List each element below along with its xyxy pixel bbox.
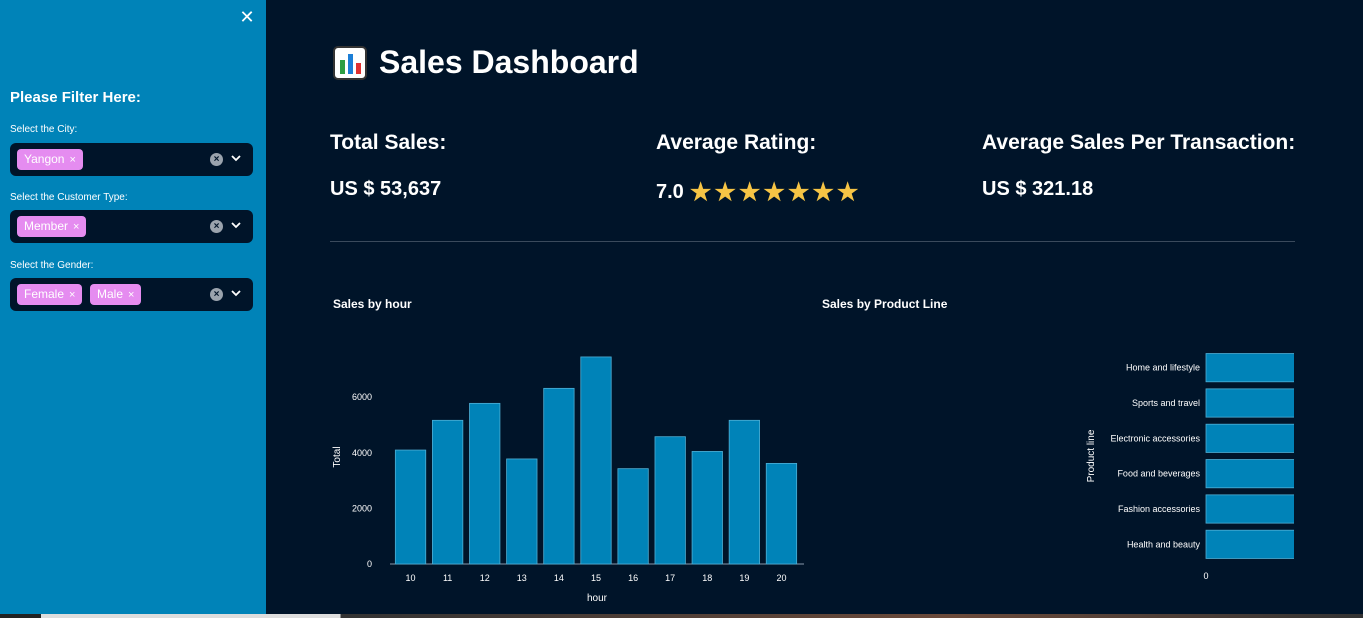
sales-by-product-line-title: Sales by Product Line <box>822 297 948 311</box>
x-tick-label: 0 <box>1203 571 1208 581</box>
bar <box>1205 388 1294 418</box>
gender-select[interactable]: Female × Male × × <box>10 278 253 311</box>
y-tick-label: Fashion accessories <box>1118 504 1201 514</box>
x-tick-label: 19 <box>739 573 749 583</box>
bar <box>580 356 612 565</box>
y-tick-label: Home and lifestyle <box>1126 363 1200 373</box>
bar <box>691 451 723 565</box>
star-rating-icons: ★★★★★★★ <box>689 179 862 206</box>
sidebar: ✕ Please Filter Here: Select the City: Y… <box>0 0 266 618</box>
customer-type-filter-label: Select the Customer Type: <box>10 192 128 203</box>
bar <box>728 419 760 565</box>
gender-tag-label: Male <box>97 287 124 301</box>
close-icon[interactable]: ✕ <box>238 8 256 26</box>
x-tick-label: 15 <box>591 573 601 583</box>
bar <box>765 462 798 565</box>
clear-icon[interactable]: × <box>210 153 223 166</box>
average-rating-value: 7.0 ★★★★★★★ <box>656 178 861 207</box>
bar <box>1205 529 1294 559</box>
sales-by-hour-title: Sales by hour <box>333 297 412 311</box>
page-title-text: Sales Dashboard <box>379 44 639 80</box>
total-sales-value: US $ 53,637 <box>330 178 442 200</box>
sales-by-product-line-chart: Home and lifestyle Sports and travel Elect… <box>1086 353 1294 581</box>
bar <box>1205 494 1294 524</box>
chevron-down-icon[interactable] <box>231 286 241 300</box>
bar <box>1205 459 1294 489</box>
divider <box>330 241 1295 242</box>
y-tick-label: Electronic accessories <box>1110 433 1200 443</box>
y-tick-label: 2000 <box>352 503 372 513</box>
total-sales-label: Total Sales: <box>330 131 447 154</box>
main-content: Sales Dashboard Total Sales: US $ 53,637… <box>266 0 1363 618</box>
average-rating-number: 7.0 <box>656 181 684 203</box>
tag-remove-icon[interactable]: × <box>73 221 79 233</box>
bar <box>1205 423 1294 453</box>
tag-remove-icon[interactable]: × <box>128 289 134 301</box>
x-tick-label: 13 <box>517 573 527 583</box>
y-tick-label: Food and beverages <box>1117 469 1200 479</box>
city-tag-label: Yangon <box>24 152 65 166</box>
sales-by-hour-chart: 0 2000 4000 6000 10 11 12 13 14 15 16 17 18 19 20 hour T… <box>332 356 804 604</box>
page-title: Sales Dashboard <box>333 44 639 81</box>
gender-filter-label: Select the Gender: <box>10 260 94 271</box>
bar <box>543 387 575 565</box>
bar <box>654 436 686 565</box>
y-tick-label: 4000 <box>352 448 372 458</box>
x-axis-title: hour <box>587 593 608 604</box>
bar <box>506 458 538 565</box>
tag-remove-icon[interactable]: × <box>69 154 75 166</box>
y-tick-label: Health and beauty <box>1127 539 1201 549</box>
customer-type-tag[interactable]: Member × <box>17 216 87 237</box>
bar <box>617 468 649 565</box>
y-axis-title: Total <box>332 446 343 467</box>
x-tick-label: 11 <box>443 573 452 583</box>
y-tick-label: Sports and travel <box>1132 398 1200 408</box>
average-rating-label: Average Rating: <box>656 131 817 154</box>
bar <box>469 402 501 565</box>
y-tick-label: 6000 <box>352 392 372 402</box>
chevron-down-icon[interactable] <box>231 151 241 165</box>
city-select[interactable]: Yangon × × <box>10 143 253 176</box>
bottom-strip <box>0 614 1363 618</box>
x-tick-label: 17 <box>665 573 675 583</box>
gender-tag-label: Female <box>24 287 65 301</box>
clear-icon[interactable]: × <box>210 288 223 301</box>
gender-tag-female[interactable]: Female × <box>17 284 83 305</box>
chevron-down-icon[interactable] <box>231 218 241 232</box>
city-filter-label: Select the City: <box>10 124 78 135</box>
bar <box>432 419 464 565</box>
sidebar-title: Please Filter Here: <box>10 89 141 106</box>
avg-sales-per-transaction-label: Average Sales Per Transaction: <box>982 131 1296 154</box>
x-tick-label: 16 <box>628 573 638 583</box>
y-tick-label: 0 <box>367 559 372 569</box>
x-tick-label: 18 <box>702 573 712 583</box>
bar <box>1205 353 1294 383</box>
x-tick-label: 14 <box>554 573 564 583</box>
customer-type-select[interactable]: Member × × <box>10 210 253 243</box>
y-axis-title: Product line <box>1086 429 1097 482</box>
tag-remove-icon[interactable]: × <box>69 289 75 301</box>
customer-type-tag-label: Member <box>24 219 69 233</box>
bar-chart-emoji-icon <box>333 45 367 80</box>
x-tick-label: 20 <box>776 573 786 583</box>
x-tick-label: 10 <box>406 573 416 583</box>
x-tick-label: 12 <box>480 573 490 583</box>
city-tag[interactable]: Yangon × <box>17 149 83 170</box>
bar <box>394 449 427 565</box>
avg-sales-per-transaction-value: US $ 321.18 <box>982 178 1094 200</box>
gender-tag-male[interactable]: Male × <box>90 284 142 305</box>
clear-icon[interactable]: × <box>210 220 223 233</box>
